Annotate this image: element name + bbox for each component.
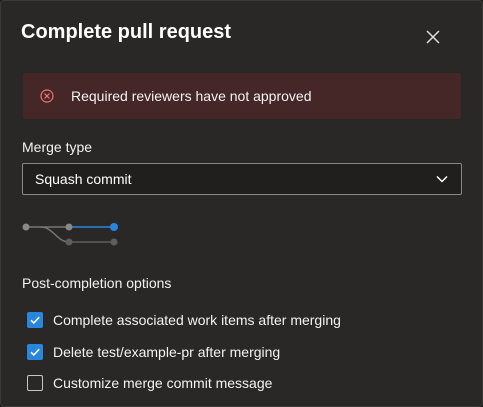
checkmark-icon — [30, 348, 40, 357]
error-banner: Required reviewers have not approved — [23, 73, 461, 119]
chevron-down-icon — [435, 172, 449, 186]
close-icon — [426, 30, 440, 44]
option-label: Complete associated work items after mer… — [53, 312, 341, 328]
error-message: Required reviewers have not approved — [71, 88, 312, 104]
checkbox-customize-message[interactable] — [27, 375, 43, 391]
merge-type-dropdown[interactable]: Squash commit — [22, 163, 462, 195]
checkbox-complete-work-items[interactable] — [27, 312, 43, 328]
close-button[interactable] — [421, 25, 445, 49]
checkmark-icon — [30, 316, 40, 325]
option-label: Delete test/example-pr after merging — [53, 344, 281, 360]
merge-type-label: Merge type — [22, 139, 93, 155]
option-delete-branch[interactable]: Delete test/example-pr after merging — [27, 344, 280, 360]
commit-dot — [110, 238, 118, 246]
option-label: Customize merge commit message — [53, 375, 273, 391]
commit-dot — [65, 223, 73, 231]
option-complete-work-items[interactable]: Complete associated work items after mer… — [27, 312, 341, 328]
squash-commit-dot — [110, 223, 118, 231]
complete-pr-dialog: Complete pull request Required reviewers… — [0, 0, 483, 407]
option-customize-message[interactable]: Customize merge commit message — [27, 375, 272, 391]
post-completion-heading: Post-completion options — [22, 275, 172, 291]
commit-dot — [22, 223, 30, 231]
merge-type-selected: Squash commit — [35, 171, 132, 187]
error-circle-icon — [39, 88, 55, 104]
commit-dot — [65, 238, 73, 246]
dialog-title: Complete pull request — [21, 21, 232, 43]
checkbox-delete-branch[interactable] — [27, 344, 43, 360]
squash-commit-diagram — [22, 223, 118, 246]
